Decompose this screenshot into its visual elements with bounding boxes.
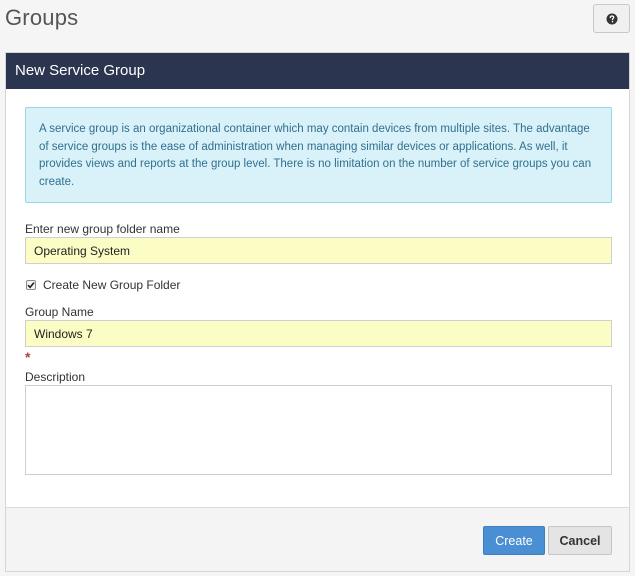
question-circle-icon bbox=[606, 13, 617, 24]
page-title: Groups bbox=[5, 5, 79, 30]
panel-footer: Create Cancel bbox=[6, 507, 629, 571]
folder-name-input[interactable] bbox=[25, 237, 612, 264]
new-service-group-panel: New Service Group A service group is an … bbox=[5, 52, 630, 572]
help-button[interactable] bbox=[593, 4, 630, 33]
create-folder-checkbox[interactable] bbox=[26, 280, 36, 290]
panel-body: A service group is an organizational con… bbox=[6, 89, 629, 475]
group-name-label: Group Name bbox=[25, 305, 94, 319]
description-label: Description bbox=[25, 370, 86, 384]
create-folder-label: Create New Group Folder bbox=[43, 278, 181, 292]
description-textarea[interactable] bbox=[25, 385, 612, 475]
panel-title: New Service Group bbox=[6, 53, 629, 89]
folder-name-label: Enter new group folder name bbox=[25, 222, 180, 236]
group-name-input[interactable] bbox=[25, 320, 612, 347]
page-header: Groups bbox=[0, 0, 635, 44]
checkmark-icon bbox=[27, 282, 35, 289]
create-folder-row: Create New Group Folder bbox=[25, 277, 610, 293]
required-marker: * bbox=[25, 349, 31, 365]
create-button[interactable]: Create bbox=[483, 526, 545, 555]
cancel-button[interactable]: Cancel bbox=[548, 526, 612, 555]
info-alert: A service group is an organizational con… bbox=[25, 107, 612, 203]
